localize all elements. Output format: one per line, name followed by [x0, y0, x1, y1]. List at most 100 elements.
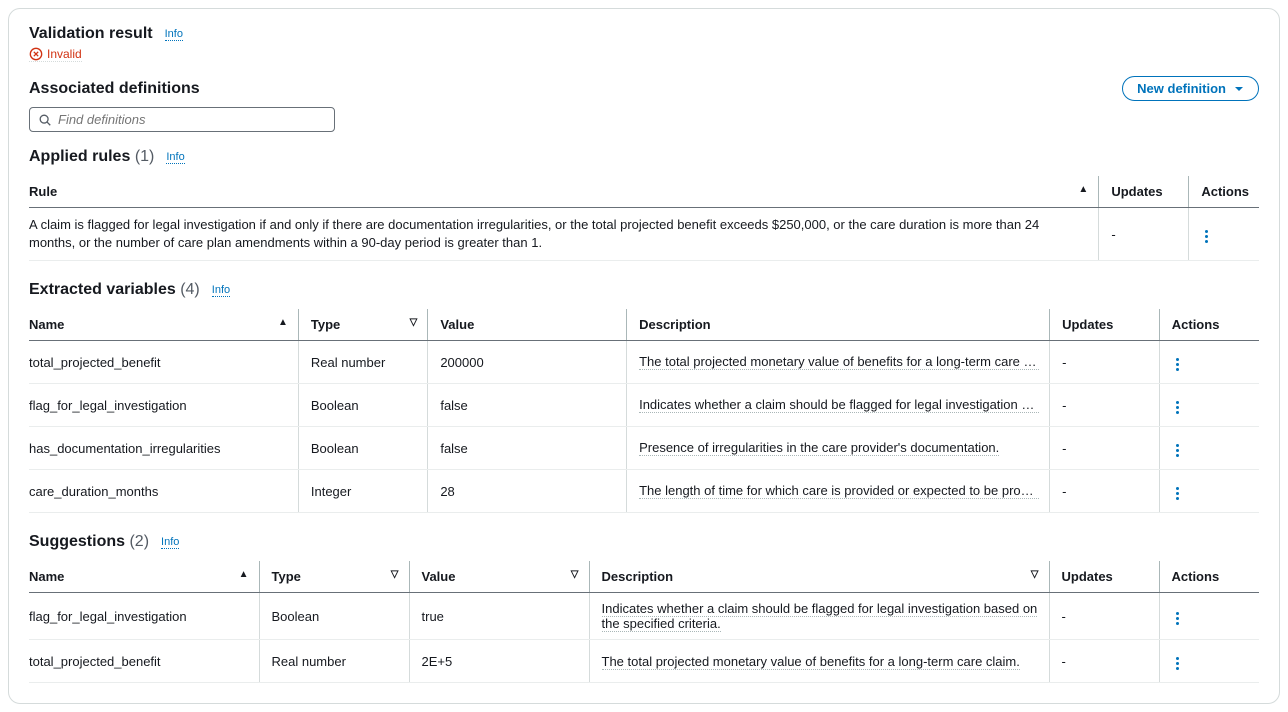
caret-down-icon [1234, 84, 1244, 94]
updates-cell: - [1099, 208, 1189, 261]
updates-cell: - [1050, 470, 1160, 513]
extracted-table: Name▲ Type▽ Value Description Updates Ac… [29, 309, 1259, 513]
validation-panel: Validation result Info Invalid Associate… [8, 8, 1280, 704]
extracted-info-link[interactable]: Info [212, 284, 230, 297]
actions-cell [1159, 593, 1259, 640]
updates-cell: - [1050, 384, 1160, 427]
extracted-title: Extracted variables (4) [29, 281, 200, 299]
updates-cell: - [1049, 640, 1159, 683]
col-name[interactable]: Name▲ [29, 309, 298, 341]
validation-title: Validation result [29, 25, 153, 43]
value-cell: 2E+5 [409, 640, 589, 683]
row-actions-menu[interactable] [1172, 608, 1183, 629]
actions-cell [1159, 470, 1259, 513]
row-actions-menu[interactable] [1172, 354, 1183, 375]
col-updates[interactable]: Updates [1050, 309, 1160, 341]
name-cell: flag_for_legal_investigation [29, 384, 298, 427]
row-actions-menu[interactable] [1172, 483, 1183, 504]
new-definition-label: New definition [1137, 81, 1226, 96]
updates-cell: - [1050, 341, 1160, 384]
row-actions-menu[interactable] [1172, 440, 1183, 461]
applied-rules-title: Applied rules (1) [29, 148, 154, 166]
col-value[interactable]: Value [428, 309, 627, 341]
value-cell: true [409, 593, 589, 640]
applied-rules-header: Applied rules (1) Info [29, 148, 1259, 166]
sort-asc-icon: ▲ [1078, 184, 1088, 195]
suggestions-table: Name▲ Type▽ Value▽ Description▽ Updates … [29, 561, 1259, 683]
row-actions-menu[interactable] [1172, 653, 1183, 674]
col-actions: Actions [1159, 309, 1259, 341]
table-row: care_duration_monthsInteger28The length … [29, 470, 1259, 513]
description-cell: The length of time for which care is pro… [627, 470, 1050, 513]
name-cell: care_duration_months [29, 470, 298, 513]
value-cell: false [428, 427, 627, 470]
type-cell: Boolean [298, 427, 427, 470]
col-rule[interactable]: Rule ▲ [29, 176, 1099, 208]
actions-cell [1159, 341, 1259, 384]
sort-asc-icon: ▲ [239, 569, 249, 580]
col-updates[interactable]: Updates [1099, 176, 1189, 208]
table-row: flag_for_legal_investigationBooleantrueI… [29, 593, 1259, 640]
description-cell: Indicates whether a claim should be flag… [627, 384, 1050, 427]
suggestions-title: Suggestions (2) [29, 533, 149, 551]
associated-header-row: Associated definitions New definition [29, 76, 1259, 101]
definitions-search[interactable] [29, 107, 335, 132]
table-row: flag_for_legal_investigationBooleanfalse… [29, 384, 1259, 427]
description-cell: Indicates whether a claim should be flag… [589, 593, 1049, 640]
table-row: total_projected_benefitReal number2E+5Th… [29, 640, 1259, 683]
type-cell: Boolean [259, 593, 409, 640]
actions-cell [1159, 384, 1259, 427]
sort-asc-icon: ▲ [278, 317, 288, 328]
validation-status: Invalid [29, 47, 82, 62]
sort-desc-icon: ▽ [1031, 569, 1039, 580]
col-updates[interactable]: Updates [1049, 561, 1159, 593]
error-circle-icon [29, 47, 43, 61]
search-icon [38, 113, 52, 127]
name-cell: flag_for_legal_investigation [29, 593, 259, 640]
table-row: A claim is flagged for legal investigati… [29, 208, 1259, 261]
value-cell: false [428, 384, 627, 427]
sort-desc-icon: ▽ [410, 317, 418, 328]
actions-cell [1159, 640, 1259, 683]
sort-desc-icon: ▽ [571, 569, 579, 580]
validation-header: Validation result Info [29, 25, 1259, 43]
type-cell: Integer [298, 470, 427, 513]
extracted-header: Extracted variables (4) Info [29, 281, 1259, 299]
col-value[interactable]: Value▽ [409, 561, 589, 593]
col-actions: Actions [1189, 176, 1259, 208]
actions-cell [1189, 208, 1259, 261]
sort-desc-icon: ▽ [391, 569, 399, 580]
applied-rules-table: Rule ▲ Updates Actions A claim is flagge… [29, 176, 1259, 261]
validation-info-link[interactable]: Info [165, 28, 183, 41]
type-cell: Boolean [298, 384, 427, 427]
type-cell: Real number [298, 341, 427, 384]
applied-rules-info-link[interactable]: Info [166, 151, 184, 164]
col-description[interactable]: Description [627, 309, 1050, 341]
name-cell: has_documentation_irregularities [29, 427, 298, 470]
col-description[interactable]: Description▽ [589, 561, 1049, 593]
updates-cell: - [1049, 593, 1159, 640]
value-cell: 28 [428, 470, 627, 513]
definitions-search-input[interactable] [58, 112, 326, 127]
updates-cell: - [1050, 427, 1160, 470]
col-actions: Actions [1159, 561, 1259, 593]
col-name[interactable]: Name▲ [29, 561, 259, 593]
validation-status-text: Invalid [47, 47, 82, 61]
rule-text: A claim is flagged for legal investigati… [29, 208, 1099, 261]
associated-title: Associated definitions [29, 80, 200, 98]
description-cell: The total projected monetary value of be… [627, 341, 1050, 384]
actions-cell [1159, 427, 1259, 470]
description-cell: The total projected monetary value of be… [589, 640, 1049, 683]
name-cell: total_projected_benefit [29, 341, 298, 384]
name-cell: total_projected_benefit [29, 640, 259, 683]
row-actions-menu[interactable] [1172, 397, 1183, 418]
new-definition-button[interactable]: New definition [1122, 76, 1259, 101]
suggestions-header: Suggestions (2) Info [29, 533, 1259, 551]
row-actions-menu[interactable] [1201, 226, 1212, 247]
type-cell: Real number [259, 640, 409, 683]
description-cell: Presence of irregularities in the care p… [627, 427, 1050, 470]
col-type[interactable]: Type▽ [298, 309, 427, 341]
table-row: total_projected_benefitReal number200000… [29, 341, 1259, 384]
col-type[interactable]: Type▽ [259, 561, 409, 593]
suggestions-info-link[interactable]: Info [161, 536, 179, 549]
